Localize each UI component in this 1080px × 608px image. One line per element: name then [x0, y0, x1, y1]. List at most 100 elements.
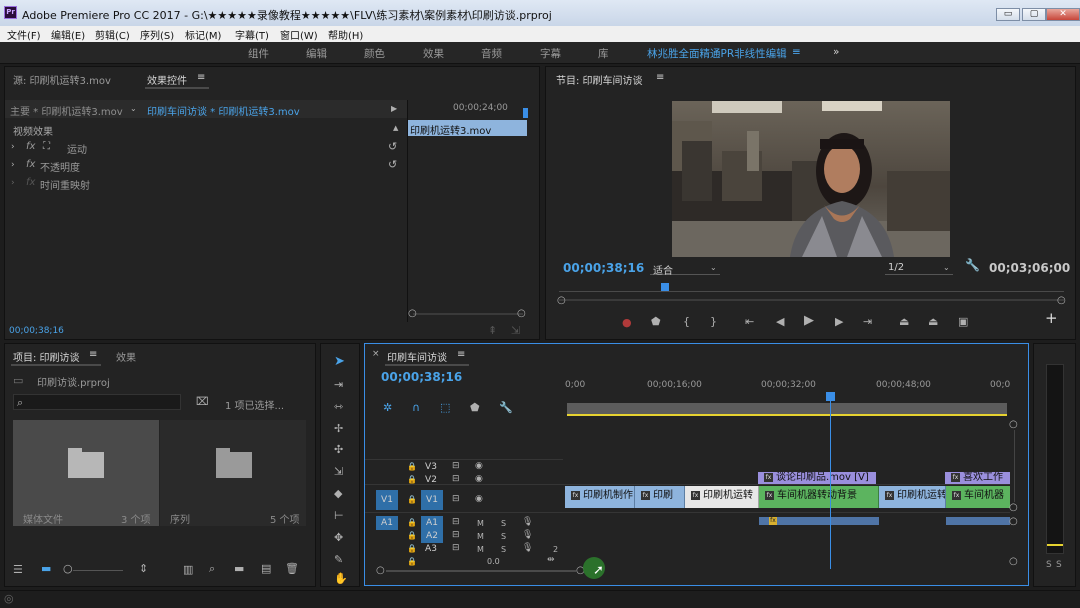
- mark-out-icon[interactable]: }: [710, 316, 717, 327]
- transform-icon[interactable]: ⛶: [43, 141, 50, 152]
- razor-tool-icon[interactable]: ⇲: [334, 466, 343, 477]
- scroll-handle-right-icon[interactable]: ○: [517, 308, 526, 319]
- workspace-custom[interactable]: 林兆胜全面精通PR非线性编辑: [647, 46, 787, 61]
- record-icon[interactable]: ●: [622, 317, 632, 328]
- timeline-tracks-area[interactable]: fx 谈论印刷品.mov [V] fx 喜欢工作 fx 印刷机制作 fx 印刷 fx 印刷…: [565, 472, 1010, 562]
- clip-v3[interactable]: fx 喜欢工作: [945, 472, 1010, 484]
- timeline-settings-wrench-icon[interactable]: 🔧: [499, 402, 513, 413]
- mark-in-icon[interactable]: {: [683, 316, 690, 327]
- microphone-icon[interactable]: 🎙: [522, 530, 533, 541]
- program-video-frame[interactable]: [672, 101, 950, 257]
- step-forward-icon[interactable]: ▶: [835, 316, 843, 327]
- vertical-scroll-handle-icon[interactable]: ○: [1009, 502, 1018, 513]
- mute-button[interactable]: M: [477, 519, 484, 528]
- clip-v1[interactable]: fx 印刷机运转: [879, 486, 946, 508]
- resolution-select[interactable]: 1/2 ⌄: [885, 261, 953, 275]
- effect-zoom-scrollbar[interactable]: [413, 313, 523, 315]
- bin-media-files[interactable]: 媒体文件 3 个项: [13, 420, 159, 526]
- tab-program[interactable]: 节目: 印刷车间访谈: [556, 72, 643, 87]
- mute-button[interactable]: M: [477, 532, 484, 541]
- sync-lock-icon[interactable]: ⊟: [452, 517, 460, 528]
- workspace-titles[interactable]: 字幕: [540, 46, 561, 61]
- tab-menu-icon[interactable]: ≡: [656, 72, 664, 83]
- go-to-out-icon[interactable]: ⇥: [863, 316, 872, 327]
- lock-icon[interactable]: 🔒: [407, 494, 417, 505]
- lock-icon[interactable]: 🔒: [407, 556, 417, 567]
- vertical-scroll-handle-icon[interactable]: ○: [1009, 516, 1018, 527]
- clip-v3[interactable]: fx 谈论印刷品.mov [V]: [758, 472, 876, 484]
- icon-view-icon[interactable]: ▬: [41, 563, 51, 574]
- add-marker-icon[interactable]: ⬟: [470, 402, 480, 413]
- track-name-a1[interactable]: A1: [421, 516, 443, 530]
- timeline-timecode[interactable]: 00;00;38;16: [381, 370, 462, 384]
- add-button-icon[interactable]: +: [1045, 311, 1058, 326]
- microphone-icon[interactable]: 🎙: [522, 517, 533, 528]
- expand-chevron-icon[interactable]: ›: [11, 160, 15, 171]
- linked-selection-icon[interactable]: ⬚: [440, 402, 450, 413]
- workspace-assembly[interactable]: 组件: [248, 46, 269, 61]
- lift-icon[interactable]: ⏏: [899, 316, 909, 327]
- go-to-end-icon[interactable]: ⇹: [547, 555, 555, 566]
- automate-icon[interactable]: ▥: [183, 564, 193, 575]
- track-name-a2[interactable]: A2: [421, 529, 443, 543]
- workspace-menu-icon[interactable]: ≡: [792, 46, 801, 58]
- minimize-button[interactable]: ▭: [996, 8, 1020, 21]
- vertical-scroll-handle-icon[interactable]: ○: [1009, 556, 1018, 567]
- tab-effect-controls[interactable]: 效果控件: [147, 72, 187, 87]
- workspace-editing[interactable]: 编辑: [306, 46, 327, 61]
- timeline-ruler[interactable]: 0;00 00;00;16;00 00;00;32;00 00;00;48;00…: [565, 379, 1010, 419]
- export-frame-icon[interactable]: ▣: [958, 316, 968, 327]
- menu-help[interactable]: 帮助(H): [328, 27, 363, 42]
- menu-marker[interactable]: 标记(M): [185, 27, 221, 42]
- track-name-v1[interactable]: V1: [421, 490, 443, 510]
- effect-row-time-remap[interactable]: › fx 时间重映射: [5, 175, 407, 192]
- filter-icon[interactable]: ⇞: [488, 325, 497, 336]
- new-bin-icon[interactable]: ▬: [234, 563, 244, 574]
- timeline-playhead-line[interactable]: [830, 399, 831, 569]
- play-triangle-icon[interactable]: ▶: [391, 103, 397, 114]
- meter-solo-right[interactable]: S: [1056, 560, 1062, 570]
- bin-sequences[interactable]: 序列 5 个项: [160, 420, 306, 526]
- sync-lock-icon[interactable]: ⊟: [452, 543, 460, 554]
- snap-nest-icon[interactable]: ✲: [383, 402, 392, 413]
- ripple-edit-tool-icon[interactable]: ⇿: [334, 401, 343, 412]
- slide-tool-icon[interactable]: ⊢: [334, 510, 344, 521]
- track-select-tool-icon[interactable]: ⇥: [334, 379, 343, 390]
- vertical-scroll-handle-icon[interactable]: ○: [1009, 419, 1018, 430]
- close-button[interactable]: ✕: [1046, 8, 1080, 21]
- pen-tool-icon[interactable]: ✥: [334, 532, 343, 543]
- tab-source[interactable]: 源: 印刷机运转3.mov: [13, 72, 111, 87]
- lock-icon[interactable]: 🔒: [407, 461, 417, 472]
- source-patch-v1[interactable]: V1: [376, 490, 398, 510]
- fit-select[interactable]: 适合 ⌄: [650, 261, 720, 277]
- eye-icon[interactable]: ◉: [475, 494, 483, 505]
- fx-icon[interactable]: fx: [26, 141, 35, 152]
- trash-icon[interactable]: 🗑: [285, 563, 299, 574]
- effect-row-opacity[interactable]: › fx 不透明度 ↺: [5, 157, 407, 174]
- program-zoom-scrollbar[interactable]: [559, 299, 1064, 301]
- menu-clip[interactable]: 剪辑(C): [95, 27, 130, 42]
- menu-window[interactable]: 窗口(W): [280, 27, 318, 42]
- scroll-handle-left-icon[interactable]: ○: [557, 295, 566, 306]
- close-tab-icon[interactable]: ×: [372, 349, 380, 360]
- program-playhead[interactable]: [661, 283, 670, 291]
- source-patch-a1[interactable]: A1: [376, 516, 398, 530]
- workspace-effects[interactable]: 效果: [423, 46, 444, 61]
- go-to-in-icon[interactable]: ⇤: [745, 316, 754, 327]
- play-icon[interactable]: ▶: [804, 314, 814, 327]
- fx-icon[interactable]: fx: [26, 159, 35, 170]
- snap-magnet-icon[interactable]: ∩: [412, 402, 420, 413]
- sequence-clip-label[interactable]: 印刷车间访谈 * 印刷机运转3.mov: [147, 103, 300, 118]
- zoom-slider-track[interactable]: [73, 570, 123, 571]
- tab-menu-icon[interactable]: ≡: [89, 349, 97, 360]
- sync-lock-icon[interactable]: ⊟: [452, 530, 460, 541]
- add-marker-icon[interactable]: ⬟: [651, 316, 661, 327]
- new-item-icon[interactable]: ▤: [261, 563, 271, 574]
- export-icon[interactable]: ⇲: [511, 325, 520, 336]
- mute-button[interactable]: M: [477, 545, 484, 554]
- program-timecode[interactable]: 00;00;38;16: [563, 261, 644, 275]
- tab-timeline[interactable]: 印刷车间访谈: [387, 349, 447, 364]
- scroll-handle-left-icon[interactable]: ○: [408, 308, 417, 319]
- effect-row-motion[interactable]: › fx ⛶ 运动 ↺: [5, 139, 407, 156]
- tab-effects[interactable]: 效果: [116, 349, 136, 364]
